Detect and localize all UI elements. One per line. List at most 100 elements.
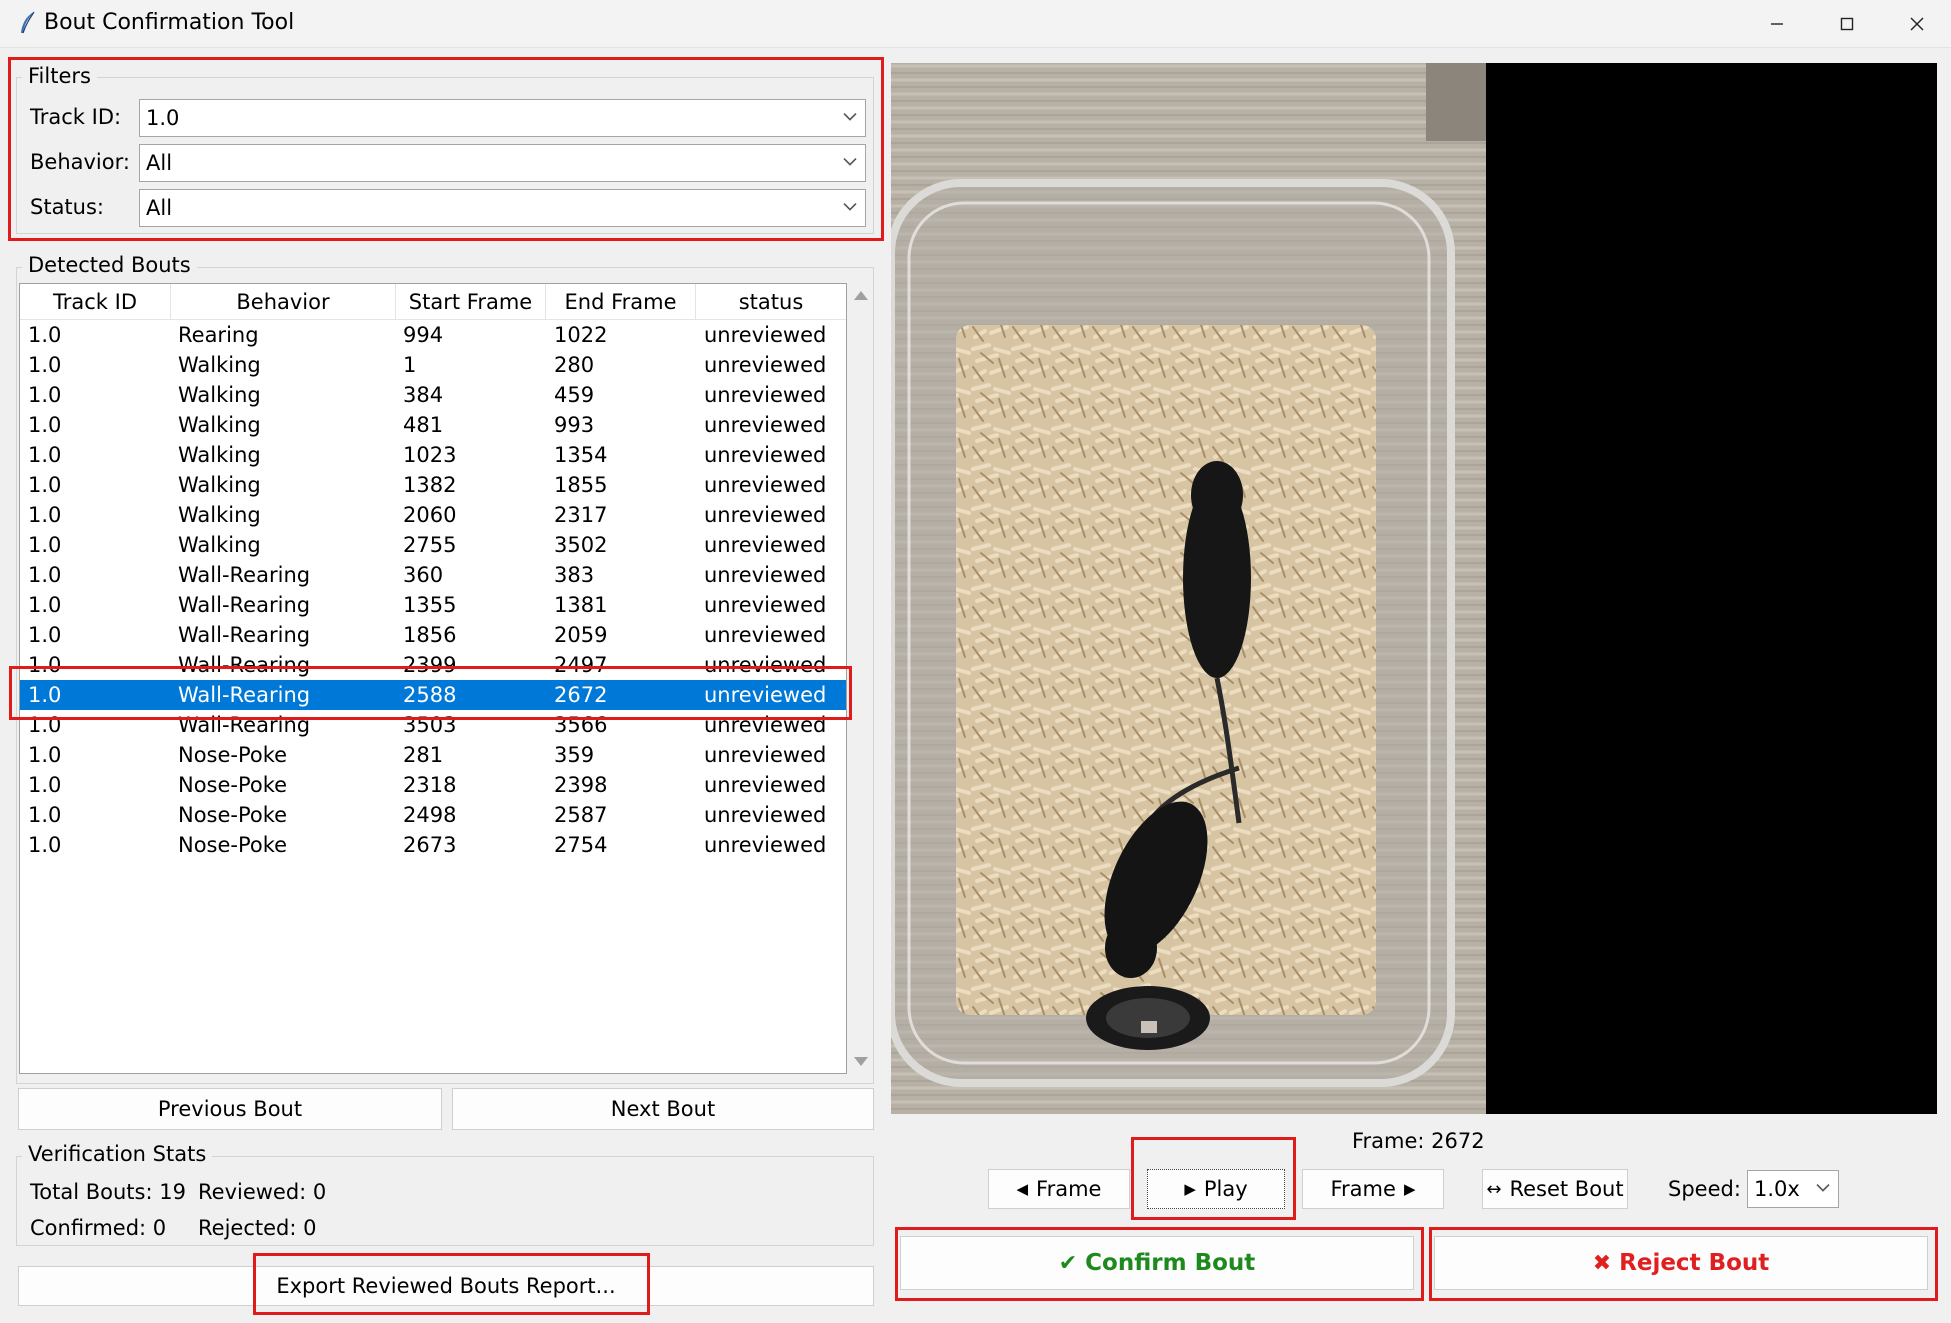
cell-track-id: 1.0 [28, 743, 62, 767]
table-row[interactable]: 1.0 Walking 1 280 unreviewed [20, 350, 846, 380]
window-title: Bout Confirmation Tool [44, 10, 295, 35]
table-row-selected[interactable]: 1.0 Wall-Rearing 2588 2672 unreviewed [20, 680, 846, 710]
table-row[interactable]: 1.0 Walking 481 993 unreviewed [20, 410, 846, 440]
play-icon: ▶ [1184, 1180, 1196, 1198]
cell-track-id: 1.0 [28, 413, 62, 437]
reset-bout-button[interactable]: ↔ Reset Bout [1482, 1169, 1628, 1209]
export-report-button[interactable]: Export Reviewed Bouts Report... [18, 1266, 874, 1306]
table-row[interactable]: 1.0 Nose-Poke 2498 2587 unreviewed [20, 800, 846, 830]
chevron-down-icon [843, 158, 857, 166]
cell-status: unreviewed [704, 383, 827, 407]
next-bout-button[interactable]: Next Bout [452, 1088, 874, 1130]
column-header-end-frame[interactable]: End Frame [546, 284, 696, 320]
table-row[interactable]: 1.0 Walking 384 459 unreviewed [20, 380, 846, 410]
table-row[interactable]: 1.0 Walking 2755 3502 unreviewed [20, 530, 846, 560]
cell-end-frame: 459 [554, 383, 595, 407]
table-row[interactable]: 1.0 Walking 1382 1855 unreviewed [20, 470, 846, 500]
reject-bout-button[interactable]: ✖ Reject Bout [1434, 1236, 1928, 1290]
title-bar: Bout Confirmation Tool [0, 0, 1951, 48]
cell-end-frame: 383 [554, 563, 595, 587]
minimize-button[interactable] [1742, 0, 1812, 48]
table-row[interactable]: 1.0 Nose-Poke 2318 2398 unreviewed [20, 770, 846, 800]
cell-status: unreviewed [704, 653, 827, 677]
table-row[interactable]: 1.0 Nose-Poke 281 359 unreviewed [20, 740, 846, 770]
cell-status: unreviewed [704, 743, 827, 767]
behavior-label: Behavior: [30, 150, 130, 174]
verification-stats-group-label: Verification Stats [22, 1142, 213, 1166]
behavior-combobox[interactable]: All [139, 144, 866, 182]
scroll-up-icon[interactable] [854, 291, 868, 300]
close-button[interactable] [1882, 0, 1951, 48]
table-scrollbar[interactable] [849, 283, 873, 1074]
chevron-down-icon [843, 113, 857, 121]
cell-status: unreviewed [704, 593, 827, 617]
reviewed-stat: Reviewed: 0 [198, 1180, 327, 1204]
feather-icon [21, 11, 35, 34]
cell-status: unreviewed [704, 503, 827, 527]
table-row[interactable]: 1.0 Walking 1023 1354 unreviewed [20, 440, 846, 470]
maximize-icon [1840, 17, 1854, 31]
table-row[interactable]: 1.0 Wall-Rearing 1856 2059 unreviewed [20, 620, 846, 650]
status-value: All [146, 196, 173, 220]
cell-behavior: Nose-Poke [178, 743, 288, 767]
cell-behavior: Rearing [178, 323, 259, 347]
next-frame-button[interactable]: Frame ▶ [1302, 1169, 1444, 1209]
cell-start-frame: 2673 [403, 833, 457, 857]
cell-status: unreviewed [704, 803, 827, 827]
cell-status: unreviewed [704, 623, 827, 647]
track-id-combobox[interactable]: 1.0 [139, 99, 866, 137]
table-row[interactable]: 1.0 Wall-Rearing 3503 3566 unreviewed [20, 710, 846, 740]
speed-combobox[interactable]: 1.0x [1747, 1170, 1839, 1208]
cell-start-frame: 360 [403, 563, 444, 587]
rejected-stat: Rejected: 0 [198, 1216, 317, 1240]
cell-end-frame: 1354 [554, 443, 608, 467]
cell-track-id: 1.0 [28, 623, 62, 647]
behavior-value: All [146, 151, 173, 175]
status-label: Status: [30, 195, 104, 219]
previous-frame-label: Frame [1036, 1177, 1102, 1201]
play-button[interactable]: ▶ Play [1147, 1169, 1285, 1209]
cell-behavior: Walking [178, 353, 261, 377]
table-header: Track ID Behavior Start Frame End Frame … [20, 284, 846, 320]
table-row[interactable]: 1.0 Wall-Rearing 360 383 unreviewed [20, 560, 846, 590]
confirm-bout-label: Confirm Bout [1085, 1250, 1256, 1276]
column-header-track-id[interactable]: Track ID [20, 284, 171, 320]
column-header-status[interactable]: status [696, 284, 846, 320]
bouts-table[interactable]: Track ID Behavior Start Frame End Frame … [19, 283, 847, 1074]
cell-track-id: 1.0 [28, 443, 62, 467]
column-header-start-frame[interactable]: Start Frame [396, 284, 546, 320]
table-row[interactable]: 1.0 Wall-Rearing 1355 1381 unreviewed [20, 590, 846, 620]
cell-track-id: 1.0 [28, 713, 62, 737]
table-row[interactable]: 1.0 Wall-Rearing 2399 2497 unreviewed [20, 650, 846, 680]
cell-track-id: 1.0 [28, 353, 62, 377]
detected-bouts-group-label: Detected Bouts [22, 253, 197, 277]
cell-track-id: 1.0 [28, 833, 62, 857]
reset-arrows-icon: ↔ [1486, 1178, 1502, 1200]
cell-behavior: Nose-Poke [178, 833, 288, 857]
cell-start-frame: 2399 [403, 653, 457, 677]
cell-track-id: 1.0 [28, 323, 62, 347]
cell-status: unreviewed [704, 833, 827, 857]
video-frame[interactable] [891, 63, 1937, 1114]
cell-status: unreviewed [704, 473, 827, 497]
previous-bout-label: Previous Bout [157, 1097, 303, 1121]
previous-frame-button[interactable]: ◀ Frame [988, 1169, 1130, 1209]
cell-behavior: Walking [178, 383, 261, 407]
triangle-right-icon: ▶ [1403, 1180, 1416, 1198]
cell-behavior: Walking [178, 473, 261, 497]
previous-bout-button[interactable]: Previous Bout [18, 1088, 442, 1130]
cell-behavior: Nose-Poke [178, 773, 288, 797]
reject-bout-label: Reject Bout [1619, 1250, 1770, 1276]
status-combobox[interactable]: All [139, 189, 866, 227]
cell-behavior: Wall-Rearing [178, 713, 311, 737]
column-header-behavior[interactable]: Behavior [171, 284, 396, 320]
table-row[interactable]: 1.0 Walking 2060 2317 unreviewed [20, 500, 846, 530]
table-row[interactable]: 1.0 Rearing 994 1022 unreviewed [20, 320, 846, 350]
cell-status: unreviewed [704, 713, 827, 737]
table-row[interactable]: 1.0 Nose-Poke 2673 2754 unreviewed [20, 830, 846, 860]
scroll-down-icon[interactable] [854, 1057, 868, 1066]
maximize-button[interactable] [1812, 0, 1882, 48]
cell-end-frame: 2398 [554, 773, 608, 797]
total-bouts-stat: Total Bouts: 19 [30, 1180, 186, 1204]
confirm-bout-button[interactable]: ✔ Confirm Bout [900, 1236, 1414, 1290]
